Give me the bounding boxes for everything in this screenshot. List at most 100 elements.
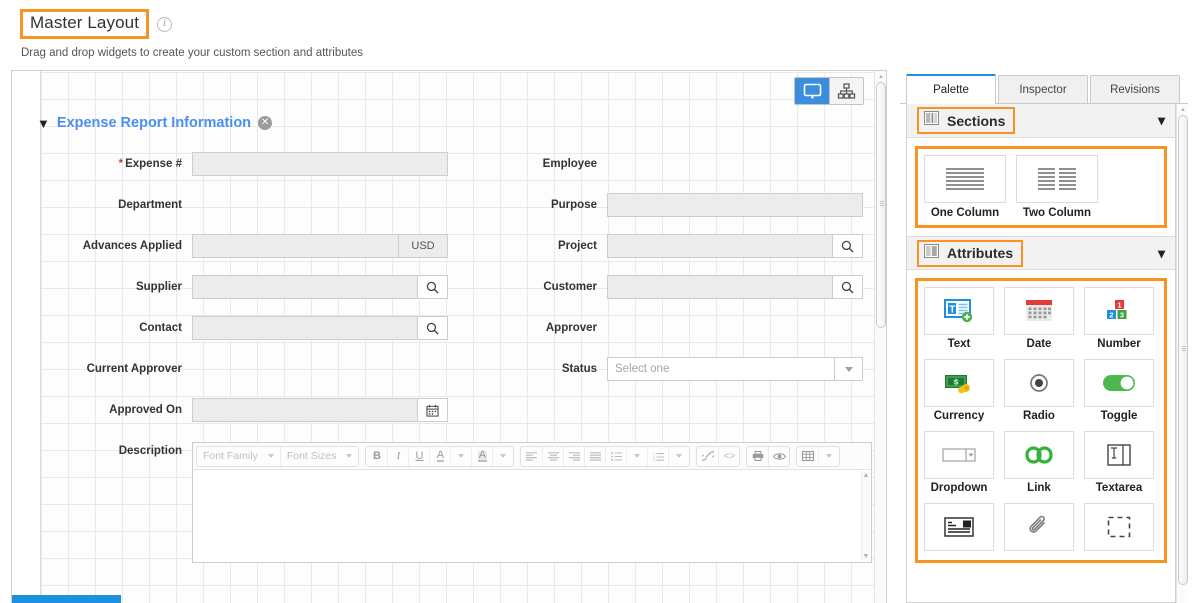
customer-search-button[interactable] [833,275,863,299]
approved-on-calendar-button[interactable] [418,398,448,422]
tools-group [746,445,791,467]
preview-icon[interactable] [768,446,789,466]
calendar-icon [426,404,439,417]
attribute-tile-toggle[interactable]: Toggle [1084,359,1154,422]
bullet-list-dropdown[interactable] [626,446,647,466]
advances-applied-input[interactable] [192,234,399,258]
attribute-tile-text[interactable]: T Text [924,287,994,350]
required-marker: * [118,158,124,170]
chevron-down-icon[interactable]: ▾ [1158,245,1165,262]
text-color-dropdown[interactable] [450,446,471,466]
project-input[interactable] [607,234,833,258]
underline-icon[interactable]: U [408,446,429,466]
scroll-up-arrow[interactable]: ▲ [862,471,870,480]
attributes-icon [924,243,939,263]
status-select[interactable]: Select one [607,357,835,381]
description-rich-text-editor[interactable]: Font Family Font Sizes B I U A A 123 <> … [192,442,872,563]
attribute-tile-currency[interactable]: $ Currency [924,359,994,422]
close-circle-icon[interactable]: ✕ [258,116,273,130]
field-control [192,316,448,340]
print-icon[interactable] [747,447,768,466]
attributes-accordion-header[interactable]: Attributes ▾ [907,236,1175,270]
toggle-switch-icon [1084,359,1154,407]
field-label: Approver [545,322,597,334]
section-tile-two-column[interactable]: Two Column [1016,155,1098,219]
status-dropdown-button[interactable] [835,357,863,381]
attribute-tile-number[interactable]: 1 2 3 Number [1084,287,1154,350]
scroll-down-arrow[interactable]: ▼ [862,552,870,561]
scroll-grip [880,201,884,206]
canvas-vertical-scrollbar[interactable]: ▲ [874,71,886,603]
section-title[interactable]: Expense Report Information [57,115,251,131]
customer-input[interactable] [607,275,833,299]
tab-revisions[interactable]: Revisions [1090,75,1180,103]
field-label: Supplier [135,281,182,293]
desktop-view-button[interactable] [795,78,829,104]
attribute-tile-label-card[interactable] [924,503,994,554]
contact-search-button[interactable] [418,316,448,340]
attribute-tile-link[interactable]: Link [1004,431,1074,494]
supplier-input[interactable] [192,275,418,299]
expense-number-input[interactable] [192,152,448,176]
bullet-list-icon[interactable] [605,446,626,466]
field-label: * Expense # [118,158,182,170]
field-row-description: Description [37,438,192,464]
purpose-input[interactable] [607,193,863,217]
field-row-current-approver: Current Approver [37,356,192,382]
chevron-down-icon [346,454,353,458]
table-icon[interactable] [797,447,818,466]
align-right-icon[interactable] [563,446,584,466]
editor-toolbar: Font Family Font Sizes B I U A A 123 <> [193,443,871,470]
font-family-select[interactable]: Font Family [197,447,280,466]
table-dropdown[interactable] [818,446,839,466]
field-row-advances-applied: Advances Applied USD [37,233,448,259]
canvas-scroll-thumb[interactable] [876,82,886,328]
section-tile-one-column[interactable]: One Column [924,155,1006,219]
attribute-tile-dropdown[interactable]: Dropdown [924,431,994,494]
attributes-grid-highlight: T Text Date 1 2 3 Number $ Currency Radi… [915,278,1167,563]
description-editor-body[interactable] [193,470,871,562]
attributes-grid: T Text Date 1 2 3 Number $ Currency Radi… [924,287,1158,554]
attribute-tile-attachment[interactable] [1004,503,1074,554]
tab-inspector[interactable]: Inspector [998,75,1088,103]
palette-vertical-scrollbar[interactable]: ▲ [1176,104,1188,603]
source-code-icon[interactable]: <> [718,446,739,466]
attribute-tile-date[interactable]: Date [1004,287,1074,350]
chevron-down-icon[interactable]: ▼ [37,117,50,130]
background-color-icon[interactable]: A [471,446,492,466]
link-icon[interactable] [697,447,718,466]
tree-view-button[interactable] [829,78,863,104]
editor-scrollbar[interactable]: ▲ ▼ [861,471,870,561]
contact-input[interactable] [192,316,418,340]
sections-accordion-header[interactable]: Sections ▾ [907,104,1175,138]
numbered-list-dropdown[interactable] [668,446,689,466]
tab-palette[interactable]: Palette [906,74,996,104]
align-justify-icon[interactable] [584,446,605,466]
supplier-search-button[interactable] [418,275,448,299]
chevron-down-icon[interactable]: ▾ [1158,112,1165,129]
field-control [192,275,448,299]
attribute-label: Date [1026,338,1052,350]
background-color-dropdown[interactable] [492,446,513,466]
scroll-up-arrow[interactable]: ▲ [877,73,885,81]
bold-icon[interactable]: B [366,447,387,466]
text-color-icon[interactable]: A [429,446,450,466]
numbered-list-icon[interactable]: 123 [647,446,668,466]
svg-text:3: 3 [1120,310,1124,319]
attribute-tile-placeholder[interactable] [1084,503,1154,554]
currency-suffix: USD [399,234,448,258]
dashed-placeholder-icon [1084,503,1154,551]
approved-on-input[interactable] [192,398,418,422]
project-search-button[interactable] [833,234,863,258]
align-center-icon[interactable] [542,446,563,466]
align-left-icon[interactable] [521,447,542,466]
attribute-tile-radio[interactable]: Radio [1004,359,1074,422]
italic-icon[interactable]: I [387,446,408,466]
canvas-horizontal-scroll-thumb[interactable] [12,595,121,603]
info-icon[interactable]: i [157,16,173,32]
scroll-up-arrow[interactable]: ▲ [1179,106,1187,114]
palette-scroll-thumb[interactable] [1178,115,1188,585]
attribute-tile-textarea[interactable]: Textarea [1084,431,1154,494]
font-sizes-select[interactable]: Font Sizes [279,446,359,466]
field-label: Advances Applied [82,240,182,252]
